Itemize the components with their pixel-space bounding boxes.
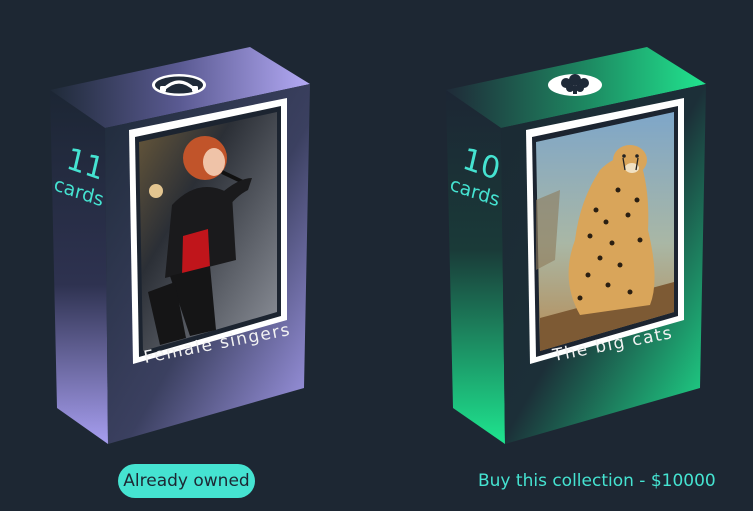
already-owned-button[interactable]: Already owned xyxy=(118,464,255,498)
deck-big-cats[interactable]: 10 cards The big cats xyxy=(0,0,753,460)
cheetah-photo xyxy=(536,112,674,351)
deck-box xyxy=(446,47,706,444)
tree-icon xyxy=(548,74,602,96)
collections-page: 11 cards Female singers Already owned 10… xyxy=(0,0,753,511)
buy-collection-link[interactable]: Buy this collection - $10000 xyxy=(478,470,716,492)
